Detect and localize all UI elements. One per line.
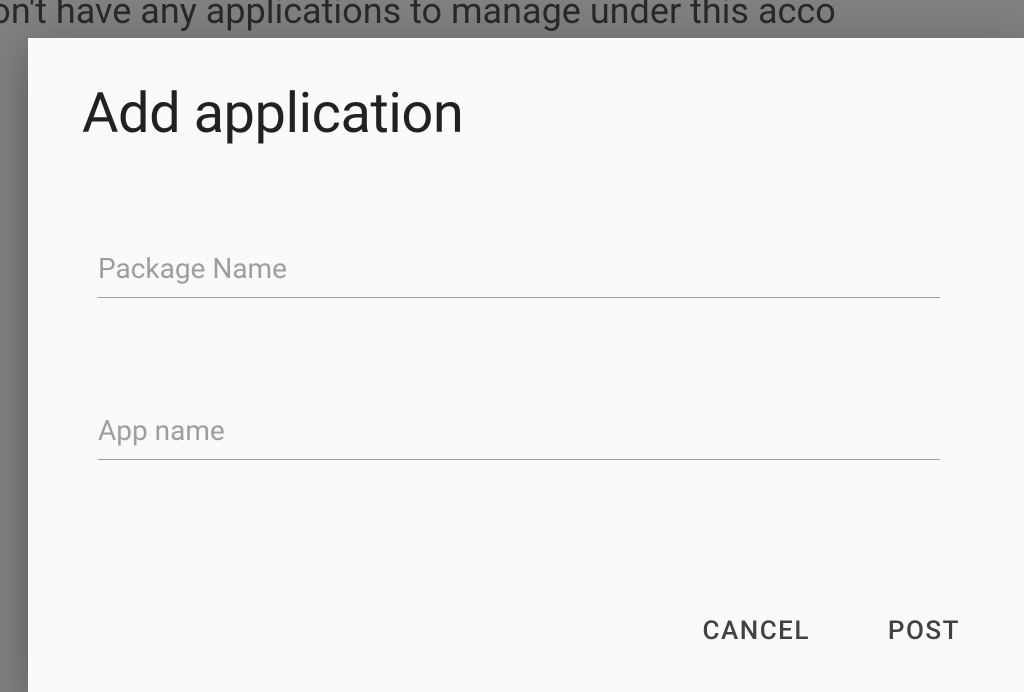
post-button[interactable]: POST xyxy=(884,608,964,654)
background-page-text: don't have any applications to manage un… xyxy=(0,0,1024,32)
package-name-input[interactable] xyxy=(98,246,940,298)
cancel-button[interactable]: CANCEL xyxy=(699,608,814,654)
dialog-actions: CANCEL POST xyxy=(699,608,964,654)
package-name-field-wrapper xyxy=(98,246,940,298)
app-name-field-wrapper xyxy=(98,408,940,460)
dialog-title: Add application xyxy=(82,80,972,146)
add-application-dialog: Add application CANCEL POST xyxy=(28,38,1024,692)
app-name-input[interactable] xyxy=(98,408,940,460)
